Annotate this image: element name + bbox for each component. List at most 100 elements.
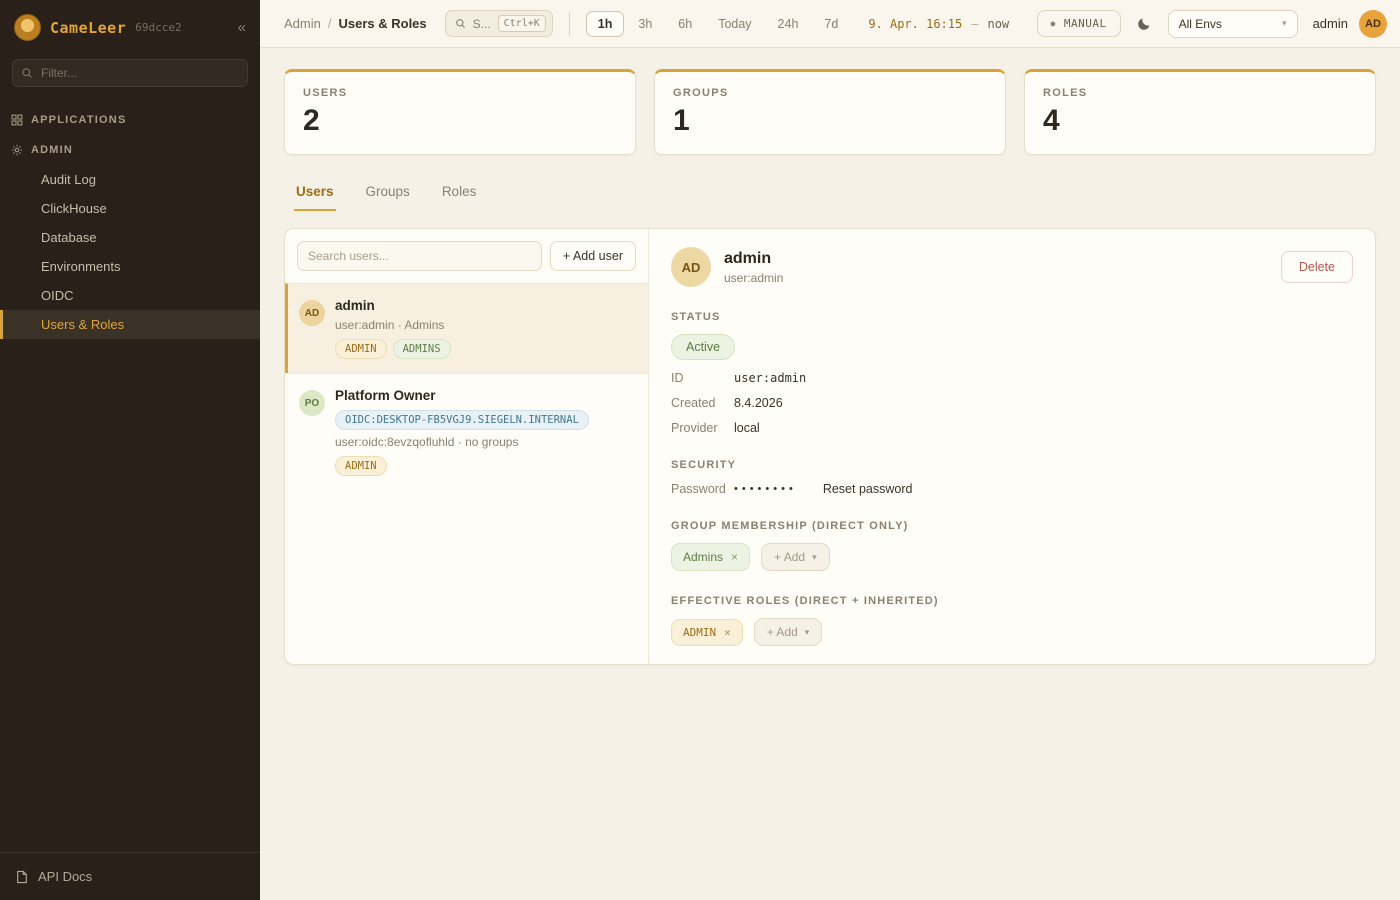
chevron-down-icon: ▾ [805,627,810,638]
sidebar-item-users-roles[interactable]: Users & Roles [0,310,260,339]
field-value-created: 8.4.2026 [734,396,783,410]
add-user-button[interactable]: + Add user [550,241,636,271]
user-list-pane: + Add user AD admin user:admin · Admins … [285,229,649,664]
time-end: now [987,17,1009,31]
user-avatar[interactable]: AD [1359,10,1387,38]
tab-roles[interactable]: Roles [440,175,479,211]
group-chip-label: Admins [683,550,723,564]
stat-card-users[interactable]: USERS 2 [284,69,636,155]
status-section-header: STATUS [671,311,1353,323]
field-label: Created [671,396,734,410]
applications-grid-icon [11,114,23,126]
user-meta: user:admin · Admins [335,318,451,332]
effective-roles-header: EFFECTIVE ROLES (DIRECT + INHERITED) [671,595,1353,607]
app-logo[interactable]: CameLeer 69dcce2 [14,14,182,41]
oidc-provider-badge: OIDC:DESKTOP-FB5VGJ9.SIEGELN.INTERNAL [335,410,589,430]
time-range-7d[interactable]: 7d [812,11,850,37]
header-divider [569,12,570,36]
api-docs-link[interactable]: API Docs [0,852,260,900]
dark-mode-toggle[interactable] [1132,12,1157,35]
api-docs-label: API Docs [38,869,92,884]
time-range-24h[interactable]: 24h [766,11,811,37]
users-panel: + Add user AD admin user:admin · Admins … [284,228,1376,665]
user-list-item-admin[interactable]: AD admin user:admin · Admins ADMIN ADMIN… [285,283,648,373]
sidebar-section-admin[interactable]: ADMIN [0,135,260,165]
time-start: 9. Apr. 16:15 [868,17,962,31]
breadcrumb-admin[interactable]: Admin [284,16,321,31]
user-list-item-platform-owner[interactable]: PO Platform Owner OIDC:DESKTOP-FB5VGJ9.S… [285,373,648,490]
add-role-button[interactable]: + Add ▾ [754,618,823,646]
sidebar-item-environments[interactable]: Environments [0,252,260,281]
sidebar-section-applications[interactable]: APPLICATIONS [0,105,260,135]
search-icon [455,18,466,29]
user-search-input[interactable] [297,241,542,271]
add-group-button[interactable]: + Add ▾ [761,543,830,571]
field-row-id: ID user:admin [671,371,1353,385]
group-membership-header: GROUP MEMBERSHIP (DIRECT ONLY) [671,520,1353,532]
logo-icon [14,14,41,41]
stat-label: ROLES [1043,87,1357,99]
field-value-provider: local [734,421,760,435]
remove-role-icon[interactable]: × [724,626,731,639]
sidebar-filter-input[interactable] [12,59,248,87]
search-icon [21,67,33,79]
remove-group-icon[interactable]: × [731,550,738,564]
refresh-mode-label: MANUAL [1064,17,1107,30]
tab-groups[interactable]: Groups [364,175,412,211]
add-group-label: + Add [774,550,805,564]
delete-user-button[interactable]: Delete [1281,251,1353,283]
time-range-1h[interactable]: 1h [586,11,625,37]
header-right-cluster: ● MANUAL All Envs ▾ admin AD [1037,10,1388,38]
top-header: Admin / Users & Roles S... Ctrl+K 1h 3h … [260,0,1400,48]
avatar: AD [671,247,711,287]
security-section-header: SECURITY [671,459,1353,471]
chevron-down-icon: ▾ [1282,18,1287,29]
tab-bar: Users Groups Roles [284,175,1376,212]
moon-icon [1137,16,1152,31]
field-row-password: Password •••••••• Reset password [671,482,1353,496]
current-username: admin [1313,16,1348,31]
sidebar-item-audit-log[interactable]: Audit Log [0,165,260,194]
avatar: PO [299,390,325,416]
environment-selected-value: All Envs [1179,17,1222,31]
time-range-3h[interactable]: 3h [626,11,664,37]
stat-card-roles[interactable]: ROLES 4 [1024,69,1376,155]
add-role-label: + Add [767,625,798,639]
time-range-6h[interactable]: 6h [666,11,704,37]
field-row-created: Created 8.4.2026 [671,396,1353,410]
admin-nav: Audit Log ClickHouse Database Environmen… [0,165,260,339]
time-range-today[interactable]: Today [706,11,763,37]
breadcrumb-current: Users & Roles [338,16,426,31]
group-badge-admins: ADMINS [393,339,451,359]
main-content: USERS 2 GROUPS 1 ROLES 4 Users Groups Ro… [260,48,1400,900]
reset-password-link[interactable]: Reset password [823,482,913,496]
sidebar-item-oidc[interactable]: OIDC [0,281,260,310]
field-row-provider: Provider local [671,421,1353,435]
stat-cards: USERS 2 GROUPS 1 ROLES 4 [284,69,1376,155]
field-label: ID [671,371,734,385]
time-range-group: 1h 3h 6h Today 24h 7d [586,11,851,37]
build-version: 69dcce2 [135,21,181,34]
sidebar-item-database[interactable]: Database [0,223,260,252]
stat-value: 4 [1043,104,1357,138]
role-badge-admin: ADMIN [335,339,387,359]
user-list-toolbar: + Add user [285,229,648,283]
global-search[interactable]: S... Ctrl+K [445,10,553,37]
field-value-id: user:admin [734,371,806,385]
stat-card-groups[interactable]: GROUPS 1 [654,69,1006,155]
sidebar-collapse-button[interactable]: « [238,19,246,36]
breadcrumb: Admin / Users & Roles [284,16,427,31]
password-mask: •••••••• [734,483,797,495]
refresh-mode-button[interactable]: ● MANUAL [1037,10,1121,37]
tab-users[interactable]: Users [294,175,336,211]
document-icon [16,870,28,884]
sidebar-item-clickhouse[interactable]: ClickHouse [0,194,260,223]
search-shortcut-badge: Ctrl+K [498,15,546,32]
detail-user-id: user:admin [724,271,783,285]
time-range-display[interactable]: 9. Apr. 16:15 — now [868,17,1009,31]
environment-selector[interactable]: All Envs ▾ [1168,10,1298,38]
applications-section-label: APPLICATIONS [31,114,126,126]
stat-label: USERS [303,87,617,99]
gear-icon [11,144,23,156]
group-chips-row: Admins × + Add ▾ [671,543,1353,571]
